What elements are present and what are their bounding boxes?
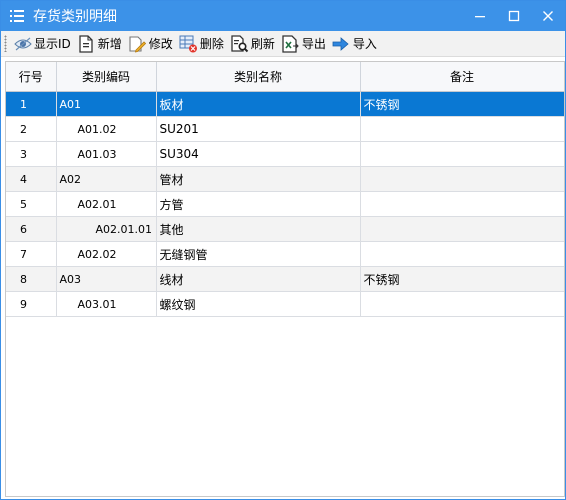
table-row[interactable]: 2 A01.02 SU201 (6, 116, 564, 142)
category-code-cell[interactable]: A02.01 (56, 191, 157, 217)
category-name-cell[interactable]: 螺纹钢 (156, 291, 361, 317)
maximize-button[interactable] (497, 1, 531, 31)
import-button[interactable]: 导入 (330, 32, 380, 55)
row-number-cell[interactable]: 4 (6, 166, 57, 192)
import-label: 导入 (352, 37, 377, 51)
category-name-cell[interactable]: 其他 (156, 216, 361, 242)
category-grid: 行号 类别编码 类别名称 备注 1 A01 板材 不锈钢 2 A01.02 SU… (5, 61, 565, 497)
edit-icon (128, 34, 147, 53)
row-number-cell[interactable]: 2 (6, 116, 57, 142)
column-header-category-code[interactable]: 类别编码 (56, 62, 157, 92)
category-name-cell[interactable]: 管材 (156, 166, 361, 192)
new-document-icon (77, 34, 96, 53)
row-number-cell[interactable]: 8 (6, 266, 57, 292)
category-detail-window: 存货类别明细 显示ID 新增 修改 删除 刷新 导出 导入 行号 类别编码 类别… (0, 0, 566, 500)
row-number-cell[interactable]: 5 (6, 191, 57, 217)
remark-cell[interactable] (360, 216, 564, 242)
remark-cell[interactable] (360, 116, 564, 142)
show-id-label: 显示ID (34, 37, 71, 51)
table-row[interactable]: 9 A03.01 螺纹钢 (6, 291, 564, 317)
table-row[interactable]: 7 A02.02 无缝钢管 (6, 241, 564, 267)
eye-icon (13, 34, 32, 53)
table-row[interactable]: 3 A01.03 SU304 (6, 141, 564, 167)
remark-cell[interactable] (360, 191, 564, 217)
category-name-cell[interactable]: SU201 (156, 116, 361, 142)
window-title: 存货类别明细 (33, 9, 117, 25)
excel-export-icon (281, 34, 300, 53)
title-bar: 存货类别明细 (1, 1, 565, 31)
category-code-cell[interactable]: A01 (56, 91, 157, 117)
export-button[interactable]: 导出 (279, 32, 329, 55)
table-row[interactable]: 4 A02 管材 (6, 166, 564, 192)
table-row[interactable]: 5 A02.01 方管 (6, 191, 564, 217)
show-id-button[interactable]: 显示ID (11, 32, 74, 55)
refresh-search-icon (230, 34, 249, 53)
header-row: 行号 类别编码 类别名称 备注 (6, 62, 564, 92)
remark-cell[interactable] (360, 141, 564, 167)
table-row[interactable]: 6 A02.01.01 其他 (6, 216, 564, 242)
category-name-cell[interactable]: 板材 (156, 91, 361, 117)
remark-cell[interactable] (360, 291, 564, 317)
add-label: 新增 (97, 37, 122, 51)
remark-cell[interactable]: 不锈钢 (360, 91, 564, 117)
category-name-cell[interactable]: 无缝钢管 (156, 241, 361, 267)
edit-button[interactable]: 修改 (126, 32, 176, 55)
toolbar-grip[interactable] (4, 35, 7, 52)
category-name-cell[interactable]: SU304 (156, 141, 361, 167)
add-button[interactable]: 新增 (75, 32, 125, 55)
export-label: 导出 (301, 37, 326, 51)
row-number-cell[interactable]: 9 (6, 291, 57, 317)
row-number-cell[interactable]: 7 (6, 241, 57, 267)
category-name-cell[interactable]: 方管 (156, 191, 361, 217)
delete-label: 删除 (199, 37, 224, 51)
row-number-cell[interactable]: 3 (6, 141, 57, 167)
category-code-cell[interactable]: A02.02 (56, 241, 157, 267)
remark-cell[interactable] (360, 241, 564, 267)
category-code-cell[interactable]: A03 (56, 266, 157, 292)
refresh-label: 刷新 (250, 37, 275, 51)
column-header-category-name[interactable]: 类别名称 (156, 62, 361, 92)
edit-label: 修改 (148, 37, 173, 51)
list-icon (3, 1, 31, 31)
column-header-row-number[interactable]: 行号 (6, 62, 57, 92)
category-table: 行号 类别编码 类别名称 备注 1 A01 板材 不锈钢 2 A01.02 SU… (6, 62, 564, 317)
refresh-button[interactable]: 刷新 (228, 32, 278, 55)
remark-cell[interactable]: 不锈钢 (360, 266, 564, 292)
table-row[interactable]: 1 A01 板材 不锈钢 (6, 91, 564, 117)
row-number-cell[interactable]: 1 (6, 91, 57, 117)
category-name-cell[interactable]: 线材 (156, 266, 361, 292)
close-button[interactable] (531, 1, 565, 31)
delete-table-icon (179, 34, 198, 53)
remark-cell[interactable] (360, 166, 564, 192)
table-row[interactable]: 8 A03 线材 不锈钢 (6, 266, 564, 292)
category-code-cell[interactable]: A03.01 (56, 291, 157, 317)
delete-button[interactable]: 删除 (177, 32, 227, 55)
minimize-button[interactable] (463, 1, 497, 31)
row-number-cell[interactable]: 6 (6, 216, 57, 242)
category-code-cell[interactable]: A02.01.01 (56, 216, 157, 242)
toolbar: 显示ID 新增 修改 删除 刷新 导出 导入 (1, 31, 565, 57)
category-code-cell[interactable]: A01.03 (56, 141, 157, 167)
column-header-remark[interactable]: 备注 (360, 62, 564, 92)
import-arrow-icon (332, 34, 351, 53)
category-code-cell[interactable]: A01.02 (56, 116, 157, 142)
category-code-cell[interactable]: A02 (56, 166, 157, 192)
